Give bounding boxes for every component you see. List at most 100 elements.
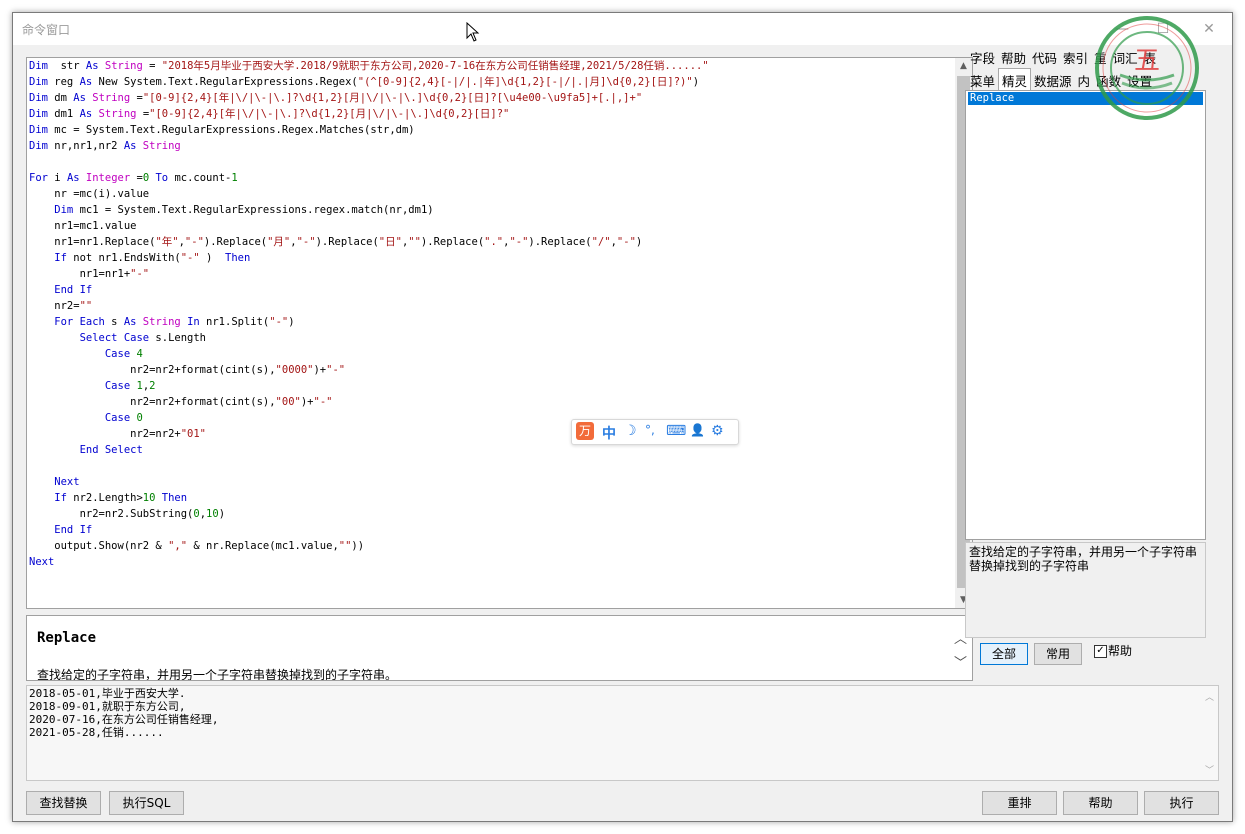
- output-scrollbar[interactable]: ︿ ﹀: [1201, 686, 1218, 780]
- title-bar[interactable]: 命令窗口 — ☐ ✕: [13, 13, 1232, 45]
- code-token: "(^[0-9]{2,4}[-|/|.|年]\d{1,2}[-|/|.|月]\d…: [357, 76, 693, 88]
- all-button[interactable]: 全部: [980, 643, 1028, 665]
- help-description: 查找给定的子字符串，并用另一个子字符串替换掉找到的子字符串。: [37, 668, 398, 681]
- code-line[interactable]: [29, 154, 709, 170]
- settings-icon[interactable]: ⚙: [711, 423, 724, 439]
- code-line[interactable]: If nr2.Length>10 Then: [29, 490, 709, 506]
- code-token: "/": [591, 236, 611, 248]
- code-line[interactable]: End If: [29, 522, 709, 538]
- execute-button[interactable]: 执行: [1144, 791, 1219, 815]
- scroll-down-icon[interactable]: ﹀: [1205, 763, 1214, 776]
- scroll-up-icon[interactable]: ︿: [1205, 690, 1214, 703]
- code-line[interactable]: For Each s As String In nr1.Split("-"): [29, 314, 709, 330]
- code-token: As: [123, 140, 137, 152]
- code-line[interactable]: nr1=nr1.Replace("年","-").Replace("月","-"…: [29, 234, 709, 250]
- code-line[interactable]: nr2=nr2+format(cint(s),"00")+"-": [29, 394, 709, 410]
- tab-tabs_row2-2[interactable]: 数据源: [1031, 69, 1075, 92]
- tab-tabs_row1-1[interactable]: 帮助: [998, 46, 1029, 69]
- code-line[interactable]: [29, 458, 709, 474]
- help-checkbox-label: 帮助: [1108, 644, 1133, 658]
- tab-tabs_row1-0[interactable]: 字段: [967, 46, 998, 69]
- code-token: ): [199, 252, 225, 264]
- code-token: Next: [29, 476, 80, 488]
- ime-logo-icon[interactable]: 万: [576, 422, 594, 440]
- code-token: "[0-9]{2,4}[年|\/|\-|\.]?\d{1,2}[月|\/|\-|…: [149, 108, 510, 120]
- code-token: =: [142, 60, 162, 72]
- find-replace-button[interactable]: 查找替换: [26, 791, 101, 815]
- tab-tabs_row2-0[interactable]: 菜单: [967, 69, 998, 92]
- ime-toolbar[interactable]: 万 中 ☽ °, ⌨ 👤 ⚙: [571, 419, 739, 445]
- code-token: For: [29, 172, 48, 184]
- code-token: output.Show(nr2 &: [29, 540, 169, 552]
- code-line[interactable]: Dim dm1 As String ="[0-9]{2,4}[年|\/|\-|\…: [29, 106, 709, 122]
- code-token: nr2=: [29, 300, 80, 312]
- code-line[interactable]: nr1=mc1.value: [29, 218, 709, 234]
- code-token: String: [92, 108, 137, 120]
- code-line[interactable]: If not nr1.EndsWith("-" ) Then: [29, 250, 709, 266]
- code-line[interactable]: End If: [29, 282, 709, 298]
- code-token: "-": [184, 236, 204, 248]
- code-line[interactable]: output.Show(nr2 & "," & nr.Replace(mc1.v…: [29, 538, 709, 554]
- code-line[interactable]: nr2="": [29, 298, 709, 314]
- code-line[interactable]: Case 1,2: [29, 378, 709, 394]
- help-button[interactable]: 帮助: [1063, 791, 1138, 815]
- code-token: nr2=nr2+format(cint(s),: [29, 364, 276, 376]
- code-token: "-": [296, 236, 316, 248]
- code-token: "-": [616, 236, 636, 248]
- code-token: "-": [180, 252, 200, 264]
- ime-mode-toggle[interactable]: 中: [602, 423, 616, 443]
- code-token: 0: [130, 412, 143, 424]
- code-token: Dim: [29, 140, 48, 152]
- output-area[interactable]: 2018-05-01,毕业于西安大学. 2018-09-01,就职于东方公司, 20…: [26, 685, 1219, 781]
- code-token: reg: [47, 76, 80, 88]
- user-icon[interactable]: 👤: [690, 423, 705, 437]
- code-line[interactable]: Next: [29, 474, 709, 490]
- code-token: =: [136, 108, 150, 120]
- run-sql-button[interactable]: 执行SQL: [109, 791, 184, 815]
- code-token: To: [149, 172, 169, 184]
- code-line[interactable]: Dim dm As String ="[0-9]{2,4}[年|\/|\-|\.…: [29, 90, 709, 106]
- code-token: nr2=nr2.SubString(: [29, 508, 194, 520]
- code-line[interactable]: nr2=nr2+format(cint(s),"0000")+"-": [29, 362, 709, 378]
- help-checkbox[interactable]: ✓: [1094, 645, 1107, 658]
- tab-tabs_row1-3[interactable]: 索引: [1060, 46, 1091, 69]
- code-token: "": [79, 300, 93, 312]
- output-lines: 2018-05-01,毕业于西安大学. 2018-09-01,就职于东方公司, 20…: [29, 687, 218, 739]
- tab-tabs_row2-1[interactable]: 精灵: [998, 68, 1032, 92]
- rearrange-button[interactable]: 重排: [982, 791, 1057, 815]
- code-line[interactable]: For i As Integer =0 To mc.count-1: [29, 170, 709, 186]
- code-line[interactable]: nr =mc(i).value: [29, 186, 709, 202]
- code-editor[interactable]: Dim str As String = "2018年5月毕业于西安大学.2018…: [26, 57, 973, 609]
- code-line[interactable]: Dim str As String = "2018年5月毕业于西安大学.2018…: [29, 58, 709, 74]
- code-line[interactable]: Dim mc1 = System.Text.RegularExpressions…: [29, 202, 709, 218]
- tab-tabs_row2-3[interactable]: 内: [1075, 69, 1094, 92]
- code-token: )+: [300, 396, 314, 408]
- wizard-list[interactable]: Replace: [965, 90, 1206, 540]
- code-token: For Each: [29, 316, 105, 328]
- code-line[interactable]: nr2=nr2.SubString(0,10): [29, 506, 709, 522]
- code-token: s: [104, 316, 124, 328]
- code-token: nr1.Split(: [199, 316, 270, 328]
- keyboard-icon[interactable]: ⌨: [666, 423, 686, 439]
- code-line[interactable]: Case 4: [29, 346, 709, 362]
- code-token: "2018年5月毕业于西安大学.2018/9就职于东方公司,2020-7-16在…: [161, 60, 709, 72]
- code-lines[interactable]: Dim str As String = "2018年5月毕业于西安大学.2018…: [29, 58, 709, 570]
- code-token: If: [29, 252, 67, 264]
- code-token: & nr.Replace(mc1.value,: [187, 540, 339, 552]
- code-line[interactable]: Next: [29, 554, 709, 570]
- code-token: End If: [29, 284, 93, 296]
- code-line[interactable]: nr1=nr1+"-": [29, 266, 709, 282]
- punctuation-icon[interactable]: °,: [645, 423, 655, 437]
- code-line[interactable]: Dim nr,nr1,nr2 As String: [29, 138, 709, 154]
- code-token: Case: [29, 380, 131, 392]
- code-line[interactable]: Dim mc = System.Text.RegularExpressions.…: [29, 122, 709, 138]
- moon-icon[interactable]: ☽: [624, 423, 637, 439]
- code-line[interactable]: Select Case s.Length: [29, 330, 709, 346]
- tab-tabs_row1-2[interactable]: 代码: [1029, 46, 1060, 69]
- common-button[interactable]: 常用: [1034, 643, 1082, 665]
- code-line[interactable]: Dim reg As New System.Text.RegularExpres…: [29, 74, 709, 90]
- chevron-down-icon[interactable]: ﹀: [954, 652, 967, 671]
- code-token: nr1=nr1+: [29, 268, 131, 280]
- code-token: nr1=mc1.value: [29, 220, 137, 232]
- code-token: str: [47, 60, 86, 72]
